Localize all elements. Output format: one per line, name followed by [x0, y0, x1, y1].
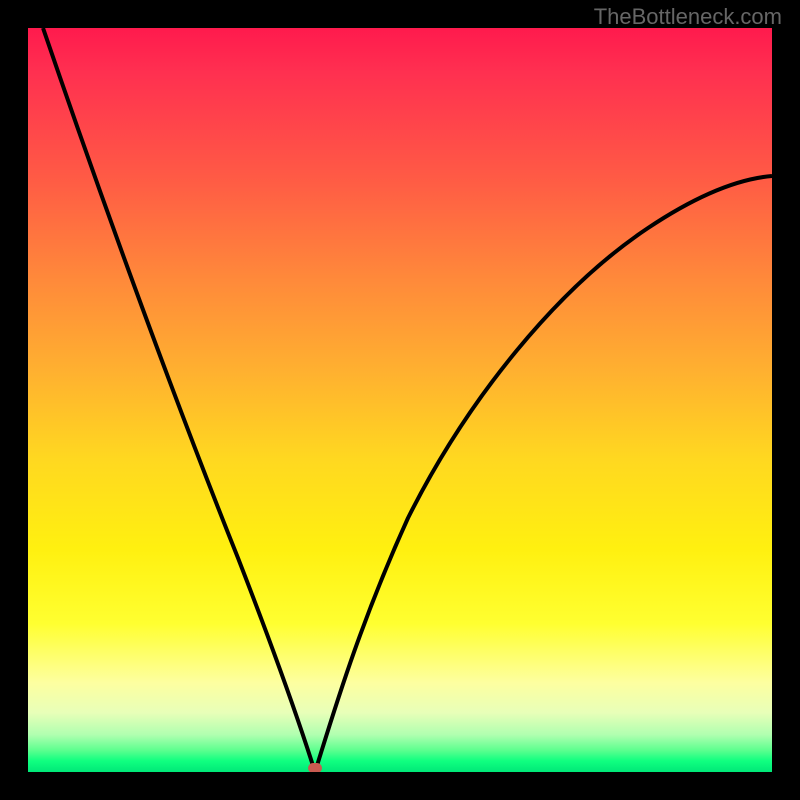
plot-area [28, 28, 772, 772]
bottleneck-curve [28, 28, 772, 772]
optimal-point-marker [308, 763, 322, 772]
watermark-text: TheBottleneck.com [594, 4, 782, 30]
